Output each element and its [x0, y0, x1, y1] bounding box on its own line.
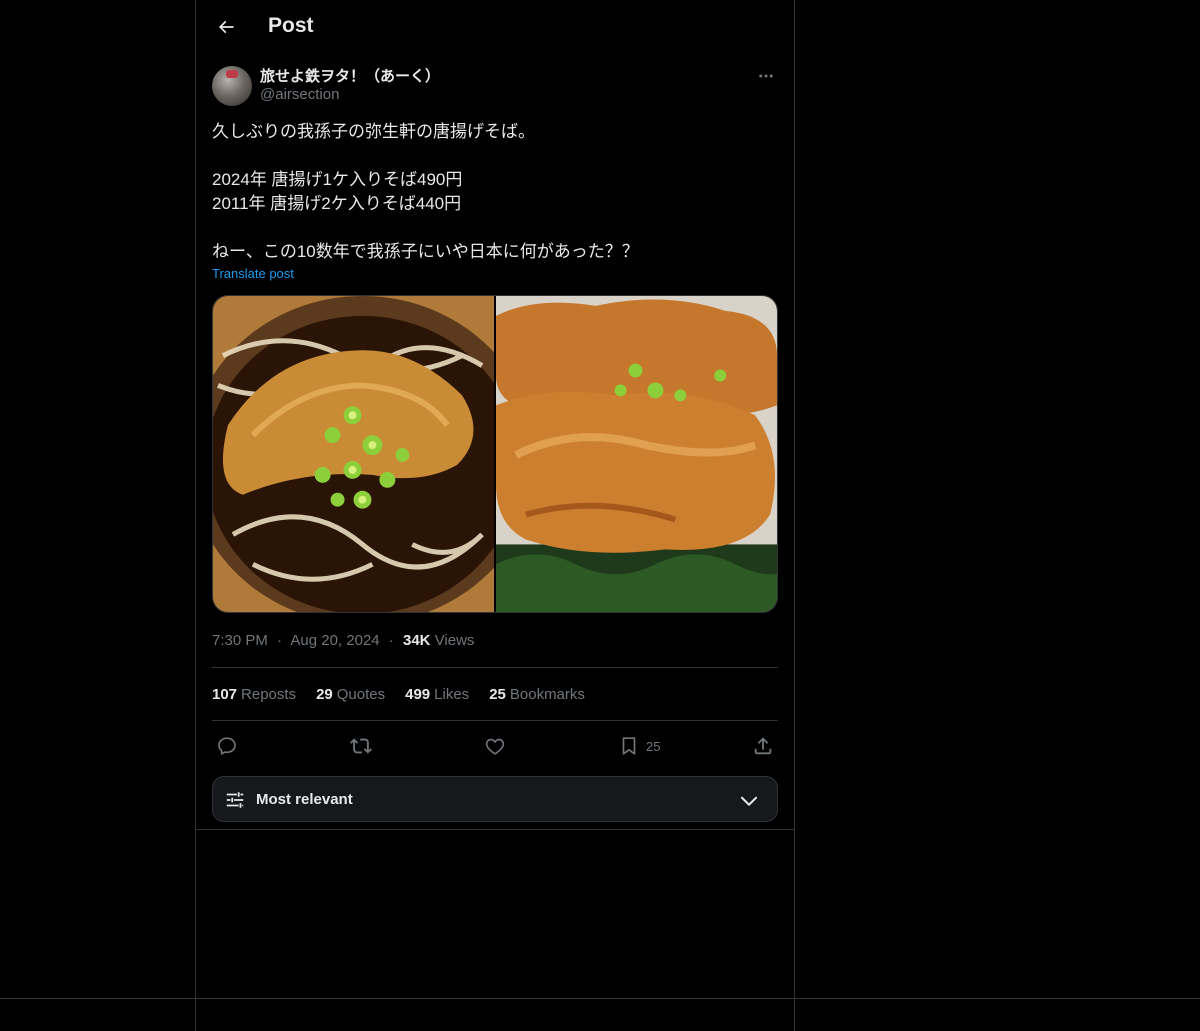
quotes-label: Quotes [336, 686, 386, 703]
post-text: 久しぶりの我孫子の弥生軒の唐揚げそば。 2024年 唐揚げ1ケ入りそば490円 … [212, 120, 778, 264]
quotes-stat[interactable]: 29 Quotes [316, 686, 385, 703]
repost-button[interactable] [350, 733, 372, 759]
bookmarks-count: 25 [489, 686, 506, 703]
views-label: Views [434, 632, 475, 649]
meta-separator: · [388, 632, 394, 649]
post-text-line: ねー、この10数年で我孫子にいや日本に何があった？？ [212, 242, 639, 261]
likes-label: Likes [434, 686, 470, 703]
post-stats: 107 Reposts 29 Quotes 499 Likes 25 Bookmarks [212, 686, 585, 703]
page-divider [0, 998, 1200, 999]
author-handle[interactable]: @airsection [260, 86, 339, 103]
post-text-line [212, 216, 778, 240]
likes-stat[interactable]: 499 Likes [405, 686, 469, 703]
post-header: Post [196, 0, 794, 54]
bookmark-button[interactable]: 25 [618, 733, 660, 759]
author-display-name[interactable]: 旅せよ鉄ヲタ！（あーく） [260, 65, 440, 86]
meta-separator: · [277, 632, 283, 649]
post-text-line: 2024年 唐揚げ1ケ入りそば490円 [212, 170, 463, 189]
post-meta: 7:30 PM · Aug 20, 2024 · 34K Views [212, 632, 474, 649]
views-count: 34K [402, 632, 431, 649]
sort-replies-dropdown[interactable]: Most relevant [212, 776, 778, 822]
sort-label: Most relevant [256, 791, 353, 808]
reposts-count: 107 [212, 686, 238, 703]
like-icon [485, 738, 505, 755]
page-title: Post [268, 14, 314, 37]
post-text-line: 久しぶりの我孫子の弥生軒の唐揚げそば。 [212, 122, 535, 141]
share-icon [754, 737, 772, 755]
photo-soba-2011[interactable] [496, 296, 777, 612]
post-text-line [212, 144, 778, 168]
likes-count: 499 [405, 686, 431, 703]
post-text-line: 2011年 唐揚げ2ケ入りそば440円 [212, 194, 462, 213]
chevron-down-icon [740, 796, 758, 806]
soba-photo-image [213, 296, 494, 612]
repost-icon [350, 738, 372, 754]
avatar[interactable] [212, 66, 252, 106]
divider [212, 667, 778, 668]
reposts-stat[interactable]: 107 Reposts [212, 686, 296, 703]
bookmark-count: 25 [646, 738, 661, 754]
more-icon [759, 74, 773, 78]
bookmark-icon [622, 737, 636, 755]
reply-icon [218, 737, 236, 755]
more-options-button[interactable] [754, 66, 778, 86]
translate-post-link[interactable]: Translate post [212, 266, 294, 281]
divider [196, 829, 794, 830]
action-bar: 25 [212, 733, 778, 759]
post-media [212, 295, 778, 613]
post-author: 旅せよ鉄ヲタ！（あーく） @airsection [212, 64, 778, 108]
sliders-icon [226, 792, 244, 808]
back-arrow-icon [218, 20, 234, 34]
reposts-label: Reposts [241, 686, 297, 703]
bookmarks-label: Bookmarks [509, 686, 585, 703]
back-button[interactable] [210, 11, 242, 43]
karaage-photo-image [496, 296, 777, 612]
share-button[interactable] [752, 733, 774, 759]
like-button[interactable] [484, 733, 506, 759]
post-time[interactable]: 7:30 PM [212, 632, 268, 649]
photo-soba-2024[interactable] [213, 296, 494, 612]
reply-button[interactable] [216, 733, 238, 759]
bookmarks-stat[interactable]: 25 Bookmarks [489, 686, 585, 703]
main-column: Post 旅せよ鉄ヲタ！（あーく） @airsection 久しぶりの我孫子の弥… [195, 0, 795, 1031]
post-date[interactable]: Aug 20, 2024 [290, 632, 379, 649]
divider [212, 720, 778, 721]
quotes-count: 29 [316, 686, 333, 703]
